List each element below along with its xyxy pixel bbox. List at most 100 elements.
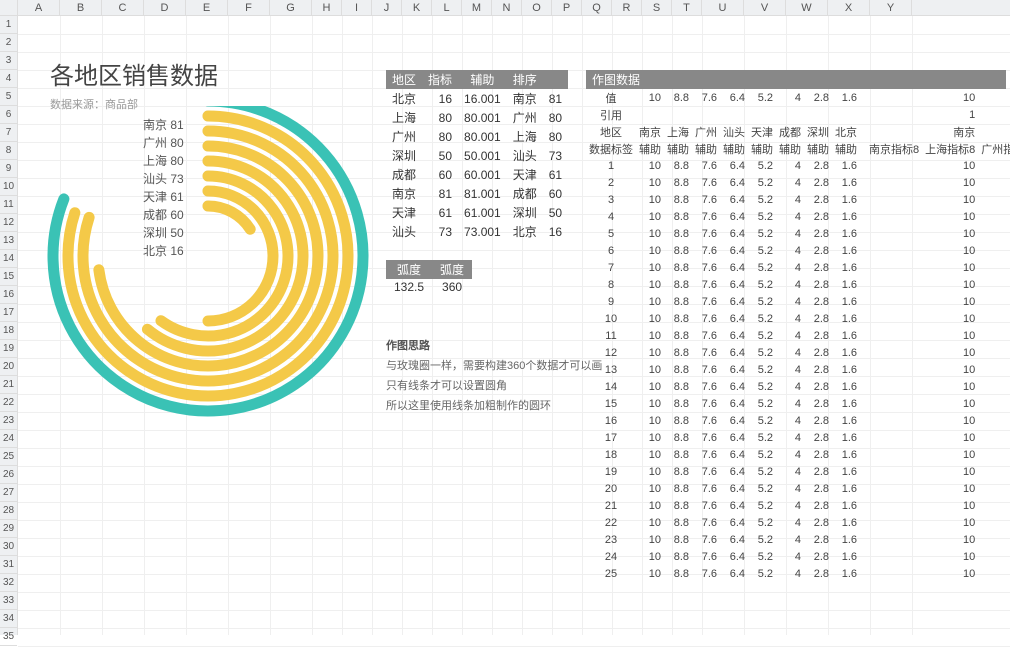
table-row[interactable]: 2108.87.66.45.242.81.6108.87.6 [586, 174, 1010, 191]
table-row[interactable]: 18108.87.66.45.242.81.6108.87.6 [586, 446, 1010, 463]
table-row[interactable]: 8108.87.66.45.242.81.6108.87.6 [586, 276, 1010, 293]
table-row[interactable]: 南京8181.001成都60 [386, 184, 568, 203]
col-header-S[interactable]: S [642, 0, 672, 15]
col-header-E[interactable]: E [186, 0, 228, 15]
plot-data-table[interactable]: 作图数据 值108.87.66.45.242.81.6108.87.6引用123… [586, 70, 1006, 582]
col-header-Q[interactable]: Q [582, 0, 612, 15]
col-header-V[interactable]: V [744, 0, 786, 15]
table-row[interactable]: 10108.87.66.45.242.81.6108.87.6 [586, 310, 1010, 327]
col-header-B[interactable]: B [60, 0, 102, 15]
table-row[interactable]: 14108.87.66.45.242.81.6108.87.6 [586, 378, 1010, 395]
row-header-31[interactable]: 31 [0, 556, 17, 574]
row-header-23[interactable]: 23 [0, 412, 17, 430]
row-header-15[interactable]: 15 [0, 268, 17, 286]
col-header-D[interactable]: D [144, 0, 186, 15]
col-header-H[interactable]: H [312, 0, 342, 15]
table-row[interactable]: 13108.87.66.45.242.81.6108.87.6 [586, 361, 1010, 378]
col-header-I[interactable]: I [342, 0, 372, 15]
worksheet[interactable]: 各地区销售数据 数据来源：商品部 南京 81广州 80上海 80汕头 73天津 … [18, 16, 1010, 635]
row-header-14[interactable]: 14 [0, 250, 17, 268]
row-header-25[interactable]: 25 [0, 448, 17, 466]
row-header-5[interactable]: 5 [0, 88, 17, 106]
col-header-W[interactable]: W [786, 0, 828, 15]
col-header-N[interactable]: N [492, 0, 522, 15]
row-header-33[interactable]: 33 [0, 592, 17, 610]
table-row[interactable]: 24108.87.66.45.242.81.6108.87.6 [586, 548, 1010, 565]
table-row[interactable]: 广州8080.001上海80 [386, 127, 568, 146]
row-header-21[interactable]: 21 [0, 376, 17, 394]
chart-legend: 南京 81广州 80上海 80汕头 73天津 61成都 60深圳 50北京 16 [143, 116, 184, 260]
row-header-6[interactable]: 6 [0, 106, 17, 124]
col-header-P[interactable]: P [552, 0, 582, 15]
row-header-22[interactable]: 22 [0, 394, 17, 412]
table-row[interactable]: 天津6161.001深圳50 [386, 203, 568, 222]
row-header-30[interactable]: 30 [0, 538, 17, 556]
column-headers[interactable]: ABCDEFGHIJKLMNOPQRSTUVWXY [18, 0, 1010, 16]
arc-table[interactable]: 弧度弧度132.5360 [386, 260, 472, 295]
col-header-O[interactable]: O [522, 0, 552, 15]
row-headers[interactable]: 1234567891011121314151617181920212223242… [0, 0, 18, 635]
row-header-2[interactable]: 2 [0, 34, 17, 52]
row-header-17[interactable]: 17 [0, 304, 17, 322]
row-header-35[interactable]: 35 [0, 628, 17, 646]
table-row[interactable]: 22108.87.66.45.242.81.6108.87.6 [586, 514, 1010, 531]
table-row[interactable]: 17108.87.66.45.242.81.6108.87.6 [586, 429, 1010, 446]
region-table[interactable]: 地区指标辅助排序北京1616.001南京81上海8080.001广州80广州80… [386, 70, 568, 241]
table-row[interactable]: 深圳5050.001汕头73 [386, 146, 568, 165]
row-header-26[interactable]: 26 [0, 466, 17, 484]
table-row[interactable]: 12108.87.66.45.242.81.6108.87.6 [586, 344, 1010, 361]
col-header-Y[interactable]: Y [870, 0, 912, 15]
table-row[interactable]: 5108.87.66.45.242.81.6108.87.6 [586, 225, 1010, 242]
col-header-F[interactable]: F [228, 0, 270, 15]
col-header-K[interactable]: K [402, 0, 432, 15]
col-header-C[interactable]: C [102, 0, 144, 15]
col-header-T[interactable]: T [672, 0, 702, 15]
row-header-34[interactable]: 34 [0, 610, 17, 628]
row-header-4[interactable]: 4 [0, 70, 17, 88]
row-header-27[interactable]: 27 [0, 484, 17, 502]
row-header-20[interactable]: 20 [0, 358, 17, 376]
row-header-3[interactable]: 3 [0, 52, 17, 70]
row-header-32[interactable]: 32 [0, 574, 17, 592]
table-row[interactable]: 1108.87.66.45.242.81.6108.87.6 [586, 157, 1010, 174]
row-header-7[interactable]: 7 [0, 124, 17, 142]
row-header-28[interactable]: 28 [0, 502, 17, 520]
table-row[interactable]: 6108.87.66.45.242.81.6108.87.6 [586, 242, 1010, 259]
col-header-R[interactable]: R [612, 0, 642, 15]
row-header-11[interactable]: 11 [0, 196, 17, 214]
table-row[interactable]: 9108.87.66.45.242.81.6108.87.6 [586, 293, 1010, 310]
row-header-10[interactable]: 10 [0, 178, 17, 196]
row-header-16[interactable]: 16 [0, 286, 17, 304]
row-header-1[interactable]: 1 [0, 16, 17, 34]
row-header-24[interactable]: 24 [0, 430, 17, 448]
col-header-M[interactable]: M [462, 0, 492, 15]
col-header-A[interactable]: A [18, 0, 60, 15]
row-header-13[interactable]: 13 [0, 232, 17, 250]
row-header-29[interactable]: 29 [0, 520, 17, 538]
table-row[interactable]: 20108.87.66.45.242.81.6108.87.6 [586, 480, 1010, 497]
table-row[interactable]: 汕头7373.001北京16 [386, 222, 568, 241]
table-row[interactable]: 21108.87.66.45.242.81.6108.87.6 [586, 497, 1010, 514]
table-row[interactable]: 成都6060.001天津61 [386, 165, 568, 184]
table-row[interactable]: 3108.87.66.45.242.81.6108.87.6 [586, 191, 1010, 208]
col-header-U[interactable]: U [702, 0, 744, 15]
row-header-18[interactable]: 18 [0, 322, 17, 340]
table-row[interactable]: 4108.87.66.45.242.81.6108.87.6 [586, 208, 1010, 225]
row-header-9[interactable]: 9 [0, 160, 17, 178]
table-row[interactable]: 11108.87.66.45.242.81.6108.87.6 [586, 327, 1010, 344]
table-row[interactable]: 25108.87.66.45.242.81.6108.87.6 [586, 565, 1010, 582]
table-row[interactable]: 19108.87.66.45.242.81.6108.87.6 [586, 463, 1010, 480]
table-row[interactable]: 16108.87.66.45.242.81.6108.87.6 [586, 412, 1010, 429]
col-header-X[interactable]: X [828, 0, 870, 15]
table-row[interactable]: 23108.87.66.45.242.81.6108.87.6 [586, 531, 1010, 548]
row-header-12[interactable]: 12 [0, 214, 17, 232]
row-header-19[interactable]: 19 [0, 340, 17, 358]
col-header-L[interactable]: L [432, 0, 462, 15]
row-header-8[interactable]: 8 [0, 142, 17, 160]
table-row[interactable]: 北京1616.001南京81 [386, 89, 568, 108]
table-row[interactable]: 7108.87.66.45.242.81.6108.87.6 [586, 259, 1010, 276]
col-header-J[interactable]: J [372, 0, 402, 15]
col-header-G[interactable]: G [270, 0, 312, 15]
table-row[interactable]: 15108.87.66.45.242.81.6108.87.6 [586, 395, 1010, 412]
table-row[interactable]: 上海8080.001广州80 [386, 108, 568, 127]
